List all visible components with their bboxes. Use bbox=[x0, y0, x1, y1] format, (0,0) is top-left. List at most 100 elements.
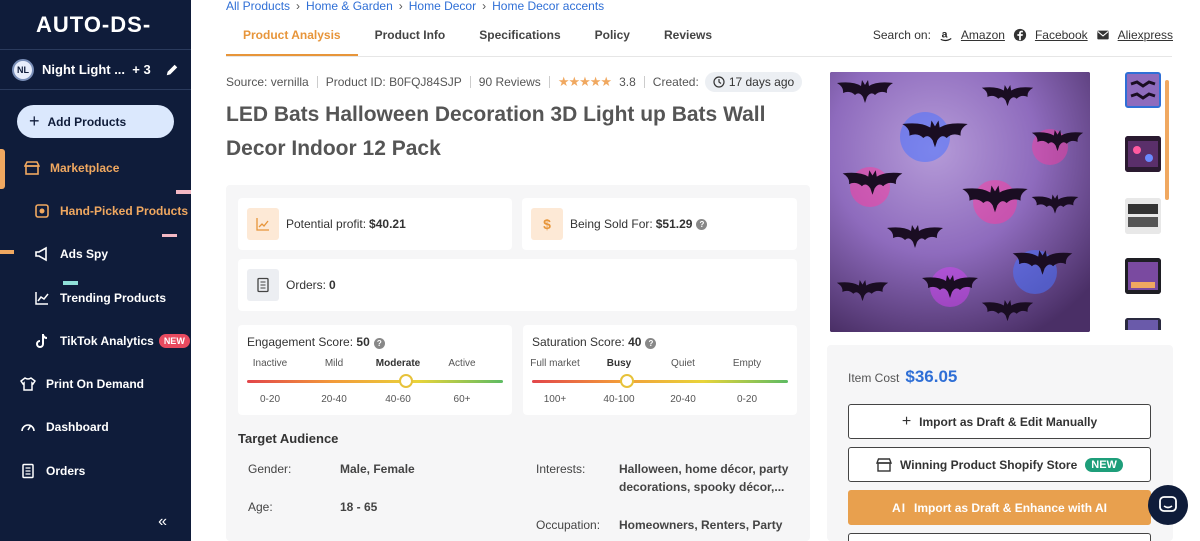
decor-mark bbox=[176, 190, 191, 194]
tab-policy[interactable]: Policy bbox=[578, 20, 647, 56]
store-selector[interactable]: NL Night Light ... + 3 bbox=[0, 50, 191, 90]
thumbnail-image[interactable] bbox=[1125, 198, 1161, 234]
saturation-level: Empty bbox=[732, 358, 762, 369]
logo[interactable]: AUTO-DS- bbox=[0, 0, 191, 50]
sidebar-item-trending[interactable]: Trending Products bbox=[0, 283, 191, 313]
search-on-label: Search on: bbox=[872, 28, 931, 42]
gauge-icon bbox=[21, 424, 35, 432]
chart-line-icon bbox=[247, 208, 279, 240]
thumbnail-image[interactable] bbox=[1125, 318, 1161, 330]
engagement-range: 60+ bbox=[453, 394, 471, 405]
divider bbox=[548, 76, 550, 88]
store-avatar: NL bbox=[12, 58, 34, 81]
tiktok-icon bbox=[36, 334, 48, 348]
thumbnail-scrollbar[interactable] bbox=[1165, 80, 1169, 200]
gender-value: Male, Female bbox=[340, 462, 415, 476]
chart-line-icon bbox=[35, 292, 49, 305]
saturation-slider-knob bbox=[619, 374, 634, 388]
engagement-range: 40-60 bbox=[385, 394, 411, 405]
potential-profit-card: Potential profit: $40.21 bbox=[238, 198, 512, 250]
chat-icon bbox=[1159, 496, 1177, 512]
sidebar-item-hand-picked[interactable]: Hand-Picked Products bbox=[0, 196, 191, 226]
divider bbox=[469, 76, 471, 88]
tab-product-info[interactable]: Product Info bbox=[358, 20, 463, 56]
receipt-icon bbox=[247, 269, 279, 301]
saturation-range: 0-20 bbox=[736, 394, 757, 405]
sidebar-item-dashboard[interactable]: Dashboard bbox=[0, 412, 191, 442]
chat-button[interactable] bbox=[1148, 485, 1188, 525]
sold-for-value: $51.29 bbox=[655, 217, 693, 231]
ai-icon: AI bbox=[892, 500, 907, 515]
divider bbox=[643, 76, 645, 88]
chevron-right-icon: › bbox=[398, 0, 403, 12]
item-cost: Item Cost $36.05 bbox=[848, 367, 958, 386]
main-content: All Products › Home & Garden › Home Decor ›… bbox=[191, 0, 1200, 541]
saturation-level: Full market bbox=[530, 358, 580, 369]
chevron-right-icon: › bbox=[482, 0, 487, 12]
megaphone-icon bbox=[35, 246, 47, 262]
saturation-level: Quiet bbox=[671, 358, 695, 369]
add-products-button[interactable]: + Add Products bbox=[17, 105, 174, 138]
product-main-image[interactable] bbox=[830, 72, 1090, 332]
product-meta: Source: vernilla Product ID: B0FQJ84SJP … bbox=[226, 71, 803, 93]
amazon-link[interactable]: Amazon bbox=[961, 28, 1005, 42]
edit-icon[interactable] bbox=[165, 63, 179, 77]
occupation-value: Homeowners, Renters, Party bbox=[619, 518, 783, 532]
breadcrumb-item[interactable]: All Products bbox=[226, 0, 290, 12]
thumbnail-image[interactable] bbox=[1125, 258, 1161, 294]
import-draft-ai-button[interactable]: AI Import as Draft & Enhance with AI bbox=[848, 490, 1151, 525]
interests-label: Interests: bbox=[536, 462, 586, 476]
sidebar-item-marketplace[interactable]: Marketplace bbox=[0, 153, 191, 183]
svg-text:a: a bbox=[942, 29, 948, 41]
saturation-slider-track bbox=[532, 380, 788, 383]
saturation-level-selected: Busy bbox=[606, 358, 632, 369]
saturation-range: 40-100 bbox=[603, 394, 635, 405]
saturation-range: 100+ bbox=[543, 394, 567, 405]
sidebar-item-print-on-demand[interactable]: Print On Demand bbox=[0, 369, 191, 399]
sidebar-item-ads-spy[interactable]: Ads Spy bbox=[0, 239, 191, 269]
facebook-link[interactable]: Facebook bbox=[1035, 28, 1088, 42]
age-value: 18 - 65 bbox=[340, 500, 378, 514]
product-title: LED Bats Halloween Decoration 3D Light u… bbox=[226, 103, 766, 160]
target-audience-title: Target Audience bbox=[238, 431, 339, 446]
breadcrumb-item[interactable]: Home Decor bbox=[409, 0, 476, 12]
thumbnail-image[interactable] bbox=[1125, 72, 1161, 108]
import-draft-manual-button[interactable]: + Import as Draft & Edit Manually bbox=[848, 404, 1151, 439]
tab-specifications[interactable]: Specifications bbox=[462, 20, 577, 56]
import-panel: Item Cost $36.05 + Import as Draft & Edit… bbox=[827, 345, 1173, 541]
help-icon[interactable]: ? bbox=[696, 218, 708, 230]
help-icon[interactable]: ? bbox=[645, 338, 657, 349]
engagement-level: Active bbox=[448, 358, 476, 369]
hand-picked-icon bbox=[35, 204, 49, 218]
orders-icon bbox=[22, 463, 34, 479]
sidebar-item-tiktok[interactable]: TikTok Analytics NEW bbox=[0, 326, 191, 356]
engagement-level-selected: Moderate bbox=[375, 358, 421, 369]
store-name: Night Light ... + 3 bbox=[42, 62, 151, 77]
tab-bar: Product Analysis Product Info Specificat… bbox=[226, 20, 729, 56]
orders-card: Orders: 0 bbox=[238, 259, 797, 311]
aliexpress-link[interactable]: Aliexpress bbox=[1118, 28, 1173, 42]
tab-product-analysis[interactable]: Product Analysis bbox=[226, 20, 358, 56]
collapse-sidebar-button[interactable]: « bbox=[158, 513, 167, 531]
saturation-score-title: Saturation Score: 40? bbox=[532, 335, 657, 349]
sidebar-item-orders[interactable]: Orders bbox=[0, 456, 191, 486]
tab-divider bbox=[226, 56, 1172, 57]
tab-reviews[interactable]: Reviews bbox=[647, 20, 729, 56]
winning-product-store-button[interactable]: Winning Product Shopify Store NEW bbox=[848, 447, 1151, 482]
breadcrumb-item[interactable]: Home & Garden bbox=[306, 0, 393, 12]
potential-profit-value: $40.21 bbox=[369, 217, 406, 231]
saturation-score-card: Saturation Score: 40? Full market Busy Q… bbox=[523, 325, 797, 415]
reviews-count[interactable]: 90 Reviews bbox=[479, 75, 541, 89]
item-cost-value: $36.05 bbox=[905, 367, 958, 386]
next-button-edge bbox=[848, 533, 1151, 541]
thumbnail-image[interactable] bbox=[1125, 136, 1161, 172]
help-icon[interactable]: ? bbox=[373, 338, 385, 349]
breadcrumb-item[interactable]: Home Decor accents bbox=[492, 0, 604, 12]
engagement-range: 20-40 bbox=[321, 394, 347, 405]
rating-value: 3.8 bbox=[619, 75, 636, 89]
chevron-right-icon: › bbox=[296, 0, 301, 12]
store-icon bbox=[24, 161, 40, 175]
engagement-slider-knob bbox=[398, 374, 413, 388]
breadcrumb: All Products › Home & Garden › Home Decor ›… bbox=[226, 0, 604, 12]
plus-icon: + bbox=[901, 412, 912, 430]
